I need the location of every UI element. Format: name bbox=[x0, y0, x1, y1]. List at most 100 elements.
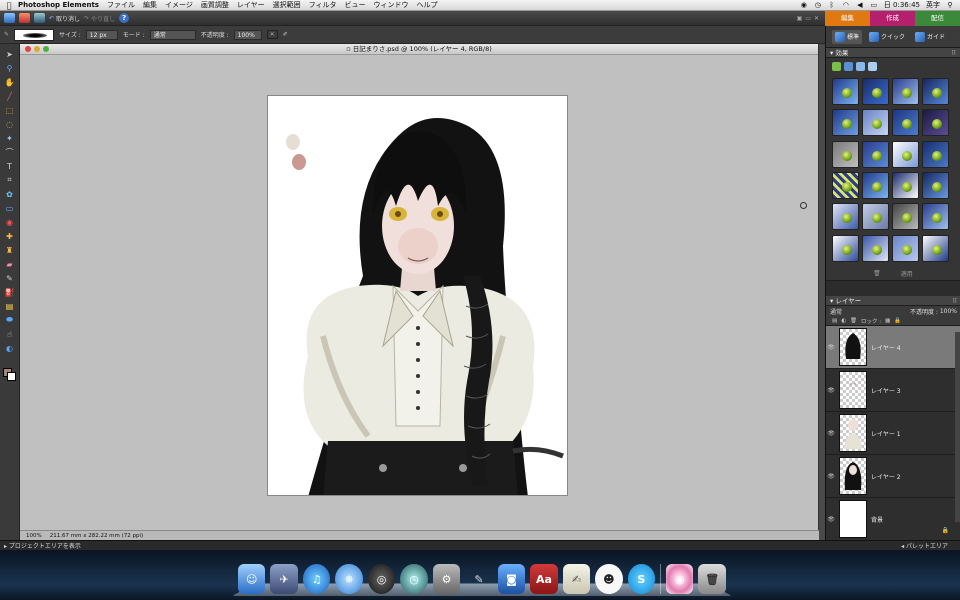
effect-thumb[interactable] bbox=[862, 140, 889, 168]
menu-help[interactable]: ヘルプ bbox=[417, 0, 438, 10]
layers-grip-icon[interactable]: ⠿ bbox=[952, 296, 960, 305]
lock-all-icon[interactable]: 🔒 bbox=[894, 318, 901, 324]
clone-stamp-tool-icon[interactable]: ♜ bbox=[4, 244, 16, 256]
effect-thumb[interactable] bbox=[892, 234, 919, 262]
effect-thumb[interactable] bbox=[922, 234, 949, 262]
crop-tool-icon[interactable]: ⌗ bbox=[4, 174, 16, 186]
effect-thumb[interactable] bbox=[892, 78, 919, 105]
undo-button[interactable]: ↶ 取り消し bbox=[49, 14, 80, 23]
delete-layer-icon[interactable]: 🗑 bbox=[850, 318, 857, 324]
close-icon[interactable]: ✕ bbox=[814, 15, 819, 22]
visibility-eye-icon[interactable]: 👁 bbox=[826, 473, 836, 480]
tab-edit[interactable]: 編集 bbox=[825, 11, 870, 26]
minimize-window-icon[interactable] bbox=[34, 46, 40, 52]
dictionary-icon[interactable]: Aa bbox=[530, 564, 558, 594]
menu-filter[interactable]: フィルタ bbox=[309, 0, 337, 10]
layers-scrollbar[interactable] bbox=[955, 332, 960, 522]
apple-menu-icon[interactable]:  bbox=[0, 1, 18, 10]
gradient-tool-icon[interactable]: ▤ bbox=[4, 300, 16, 312]
styles-category-icon[interactable] bbox=[844, 61, 853, 71]
skype-icon[interactable]: S bbox=[627, 564, 656, 594]
photo-effects-category-icon[interactable] bbox=[856, 61, 865, 71]
time-machine-icon[interactable]: ◷ bbox=[400, 564, 428, 594]
effects-panel-header[interactable]: ▾ 効果 ⠿ bbox=[826, 48, 960, 58]
lock-transparency-icon[interactable]: ▦ bbox=[885, 318, 890, 324]
effect-thumb[interactable] bbox=[832, 171, 859, 199]
bluetooth-icon[interactable]: ᛒ bbox=[828, 1, 836, 9]
adjustment-layer-icon[interactable]: ◐ bbox=[841, 318, 846, 324]
effect-thumb[interactable] bbox=[832, 234, 859, 262]
timemachine-icon[interactable]: ◷ bbox=[814, 1, 822, 9]
brush-tool-icon[interactable]: ✎ bbox=[4, 272, 16, 284]
character-app-icon[interactable]: ☻ bbox=[595, 564, 623, 594]
red-eye-tool-icon[interactable]: ◉ bbox=[4, 216, 16, 228]
effect-thumb[interactable] bbox=[862, 171, 889, 199]
tab-full-edit[interactable]: 標準 bbox=[832, 29, 863, 44]
layer-row[interactable]: 👁 レイヤー 4 bbox=[826, 326, 960, 369]
trash-icon[interactable]: 🗑 bbox=[698, 564, 726, 594]
effect-thumb[interactable] bbox=[922, 109, 949, 137]
tab-share[interactable]: 配信 bbox=[915, 11, 960, 26]
shape-tool-icon[interactable]: ⬬ bbox=[4, 314, 16, 326]
input-method[interactable]: 英字 bbox=[926, 0, 940, 10]
effects-apply-button[interactable]: 適用 bbox=[901, 269, 913, 278]
effects-trash-icon[interactable]: 🗑 bbox=[873, 270, 881, 277]
filters-category-icon[interactable] bbox=[832, 61, 841, 71]
spotlight-icon[interactable]: ⚲ bbox=[946, 1, 954, 9]
eyedropper-tool-icon[interactable]: ╱ bbox=[4, 90, 16, 102]
effect-thumb[interactable] bbox=[892, 171, 919, 199]
layers-panel-header[interactable]: ▾ レイヤー ⠿ bbox=[826, 296, 960, 306]
app-menu[interactable]: Photoshop Elements bbox=[18, 1, 99, 9]
layer-opacity-field[interactable]: 100% bbox=[940, 308, 957, 315]
panel-grip-icon[interactable]: ⠿ bbox=[951, 48, 960, 57]
tab-guided[interactable]: ガイド bbox=[912, 30, 948, 44]
visibility-eye-icon[interactable]: 👁 bbox=[826, 387, 836, 394]
camera-app-icon[interactable]: ◙ bbox=[497, 564, 526, 594]
itunes-icon[interactable]: ♫ bbox=[302, 564, 331, 594]
effect-thumb[interactable] bbox=[832, 203, 859, 231]
effect-thumb[interactable] bbox=[832, 109, 859, 137]
effect-thumb[interactable] bbox=[862, 203, 889, 231]
zoom-level[interactable]: 100% bbox=[26, 533, 42, 539]
effect-thumb[interactable] bbox=[922, 203, 949, 231]
straighten-tool-icon[interactable]: ▭ bbox=[4, 202, 16, 214]
tab-create[interactable]: 作成 bbox=[870, 11, 915, 26]
menu-view[interactable]: ビュー bbox=[345, 0, 366, 10]
battery-icon[interactable]: ▭ bbox=[870, 1, 878, 9]
blend-mode-select[interactable]: 通常 bbox=[830, 307, 842, 316]
opacity-field[interactable]: 100% bbox=[233, 29, 262, 40]
sponge-tool-icon[interactable]: ◐ bbox=[4, 342, 16, 354]
effect-thumb[interactable] bbox=[892, 140, 919, 168]
lasso-tool-icon[interactable]: ◌ bbox=[4, 118, 16, 130]
menu-window[interactable]: ウィンドウ bbox=[374, 0, 409, 10]
visibility-eye-icon[interactable]: 👁 bbox=[826, 430, 836, 437]
move-tool-icon[interactable]: ➤ bbox=[4, 48, 16, 60]
effect-thumb[interactable] bbox=[862, 78, 889, 105]
show-all-category-icon[interactable] bbox=[868, 61, 877, 71]
new-layer-icon[interactable]: ▤ bbox=[832, 318, 837, 324]
effect-thumb[interactable] bbox=[922, 78, 949, 105]
brush-app-icon[interactable]: ✎ bbox=[465, 564, 492, 594]
effect-thumb[interactable] bbox=[922, 140, 949, 168]
size-field[interactable]: 12 px bbox=[85, 29, 118, 40]
clock[interactable]: 日 0:36:45 bbox=[884, 0, 920, 10]
paint-bucket-tool-icon[interactable]: ⛽ bbox=[4, 286, 16, 298]
effect-thumb[interactable] bbox=[832, 140, 859, 168]
zoom-tool-icon[interactable]: ⚲ bbox=[4, 62, 16, 74]
visibility-eye-icon[interactable]: 👁 bbox=[826, 344, 836, 351]
open-organizer-icon[interactable] bbox=[19, 13, 30, 23]
dashboard-icon[interactable]: ◎ bbox=[367, 564, 396, 594]
preview-icon[interactable]: ✈ bbox=[270, 564, 298, 594]
document-titlebar[interactable]: ▫ 日記まりさ.psd @ 100% (レイヤー 4, RGB/8) bbox=[20, 44, 818, 55]
marquee-tool-icon[interactable]: ⬚ bbox=[4, 104, 16, 116]
effect-thumb[interactable] bbox=[892, 203, 919, 231]
airbrush-icon[interactable]: ✕ bbox=[266, 30, 278, 39]
menu-select[interactable]: 選択範囲 bbox=[273, 0, 301, 10]
layer-row[interactable]: 👁 レイヤー 3 bbox=[826, 369, 960, 412]
wifi-icon[interactable]: ◠ bbox=[842, 1, 850, 9]
text-edit-icon[interactable]: ✍ bbox=[562, 564, 591, 594]
status-app-icon[interactable]: ◉ bbox=[800, 1, 808, 9]
magic-wand-tool-icon[interactable]: ✦ bbox=[4, 132, 16, 144]
brush-settings-icon[interactable]: ✐ bbox=[283, 31, 288, 38]
menu-enhance[interactable]: 画質調整 bbox=[201, 0, 229, 10]
